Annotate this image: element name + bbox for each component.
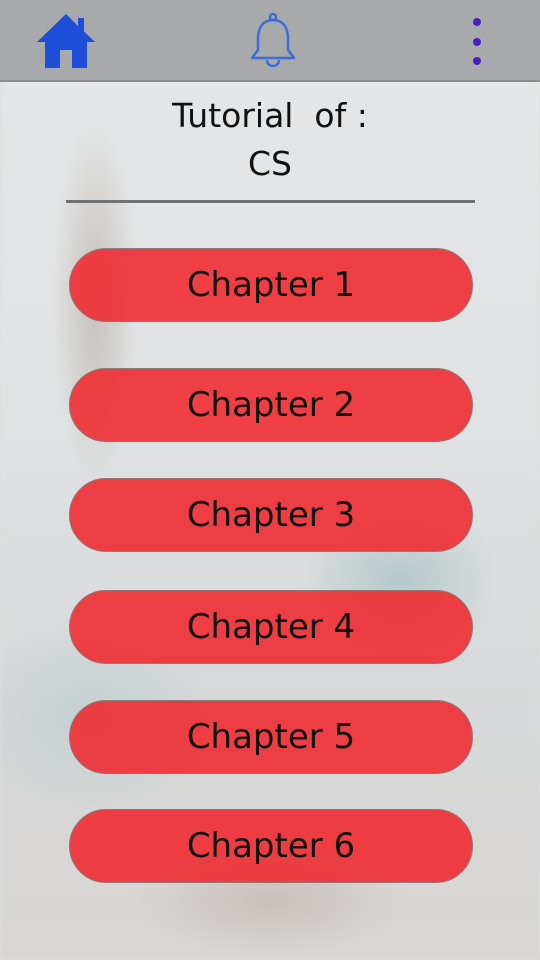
home-icon bbox=[37, 14, 95, 68]
chapter-4-button[interactable]: Chapter 4 bbox=[69, 590, 473, 664]
bell-icon bbox=[250, 12, 296, 68]
chapter-1-button[interactable]: Chapter 1 bbox=[69, 248, 473, 322]
page-title: Tutorial of : CS bbox=[0, 92, 540, 188]
title-line-2: CS bbox=[248, 144, 292, 183]
chapter-2-button[interactable]: Chapter 2 bbox=[69, 368, 473, 442]
more-vert-icon bbox=[473, 18, 481, 65]
title-line-1: Tutorial of : bbox=[172, 96, 368, 135]
chapter-3-button[interactable]: Chapter 3 bbox=[69, 478, 473, 552]
notifications-button[interactable] bbox=[248, 12, 298, 72]
title-divider bbox=[66, 200, 475, 203]
overflow-menu-button[interactable] bbox=[462, 16, 492, 68]
chapter-5-button[interactable]: Chapter 5 bbox=[69, 700, 473, 774]
home-button[interactable] bbox=[36, 12, 96, 70]
chapter-6-button[interactable]: Chapter 6 bbox=[69, 809, 473, 883]
top-app-bar bbox=[0, 0, 540, 82]
